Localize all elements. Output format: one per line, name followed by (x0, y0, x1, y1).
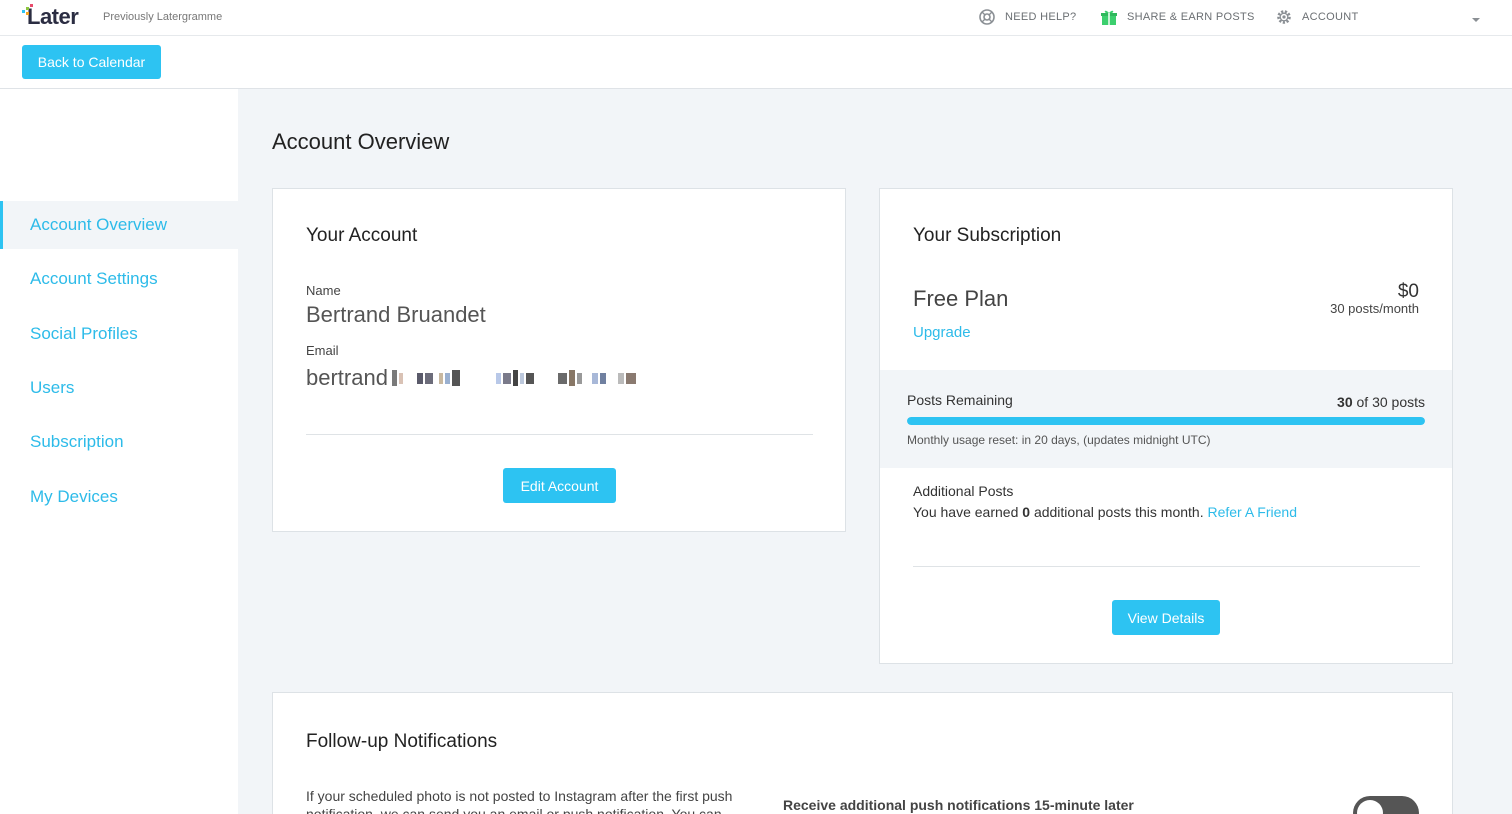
followup-description: If your scheduled photo is not posted to… (306, 788, 733, 814)
need-help-link[interactable]: NEED HELP? (978, 6, 1076, 28)
name-label: Name (306, 283, 341, 298)
plan-price: $0 (1397, 281, 1419, 302)
edit-account-button[interactable]: Edit Account (503, 468, 616, 503)
chevron-down-icon[interactable] (1470, 12, 1482, 22)
additional-posts-title: Additional Posts (913, 483, 1014, 499)
posts-remaining-progress-fill (907, 417, 1425, 425)
usage-reset-text: Monthly usage reset: in 20 days, (update… (907, 433, 1211, 447)
posts-remaining-progress (907, 417, 1425, 425)
earned-prefix: You have earned (913, 504, 1019, 520)
posts-remaining-label: Posts Remaining (907, 392, 1013, 408)
sidebar-item-subscription[interactable]: Subscription (0, 418, 238, 466)
your-account-card: Your Account Name Bertrand Bruandet Emai… (272, 188, 846, 532)
top-bar: Later Previously Latergramme NEED HELP? … (0, 0, 1512, 36)
sidebar-item-account-settings[interactable]: Account Settings (0, 255, 238, 303)
remaining-count-suffix: of 30 posts (1356, 394, 1426, 410)
email-value: bertrand (306, 364, 638, 392)
account-label: ACCOUNT (1302, 11, 1359, 23)
gear-icon (1275, 8, 1293, 26)
plan-posts-per-month: 30 posts/month (1330, 301, 1419, 316)
logo-mark-icon (22, 4, 34, 16)
your-subscription-title: Your Subscription (913, 225, 1062, 246)
followup-option-label: Receive additional push notifications 15… (783, 797, 1134, 813)
remaining-count-number: 30 (1337, 394, 1353, 410)
page-title: Account Overview (272, 129, 450, 154)
earned-suffix: additional posts this month. (1033, 504, 1204, 520)
sidebar-item-users[interactable]: Users (0, 364, 238, 412)
upgrade-link[interactable]: Upgrade (913, 324, 971, 341)
your-account-title: Your Account (306, 225, 418, 246)
share-earn-link[interactable]: SHARE & EARN POSTS (1100, 6, 1255, 28)
logo-tagline: Previously Latergramme (103, 11, 223, 23)
toggle-knob (1357, 800, 1383, 814)
back-to-calendar-button[interactable]: Back to Calendar (22, 45, 161, 79)
view-details-button[interactable]: View Details (1112, 600, 1220, 635)
additional-posts-text: You have earned 0 additional posts this … (913, 504, 1297, 520)
sidebar-item-account-overview[interactable]: Account Overview (0, 201, 238, 249)
refer-a-friend-link[interactable]: Refer A Friend (1207, 504, 1297, 520)
email-label: Email (306, 343, 339, 358)
account-link[interactable]: ACCOUNT (1275, 6, 1359, 28)
posts-remaining-count: 30 of 30 posts (1337, 394, 1425, 410)
plan-name: Free Plan (913, 286, 1009, 311)
your-subscription-card: Your Subscription Free Plan $0 30 posts/… (879, 188, 1453, 664)
followup-title: Follow-up Notifications (306, 731, 498, 752)
later-logo[interactable]: Later (22, 4, 79, 30)
email-visible-text: bertrand (306, 365, 388, 390)
share-earn-label: SHARE & EARN POSTS (1127, 11, 1255, 23)
followup-notifications-card: Follow-up Notifications If your schedule… (272, 692, 1453, 814)
sub-bar: Back to Calendar (0, 36, 1512, 89)
email-redacted-pixelation (391, 370, 638, 386)
sidebar: Account Overview Account Settings Social… (0, 89, 238, 814)
subscription-divider (913, 566, 1420, 567)
sidebar-item-my-devices[interactable]: My Devices (0, 473, 238, 521)
followup-toggle[interactable] (1353, 796, 1419, 814)
lifebuoy-icon (978, 8, 996, 26)
posts-remaining-panel: Posts Remaining 30 of 30 posts Monthly u… (880, 370, 1452, 468)
sidebar-item-social-profiles[interactable]: Social Profiles (0, 310, 238, 358)
earned-count: 0 (1022, 504, 1031, 520)
name-value: Bertrand Bruandet (306, 302, 486, 327)
account-divider (306, 434, 813, 435)
logo-text: Later (27, 4, 79, 29)
gift-icon (1100, 8, 1118, 26)
need-help-label: NEED HELP? (1005, 11, 1077, 23)
